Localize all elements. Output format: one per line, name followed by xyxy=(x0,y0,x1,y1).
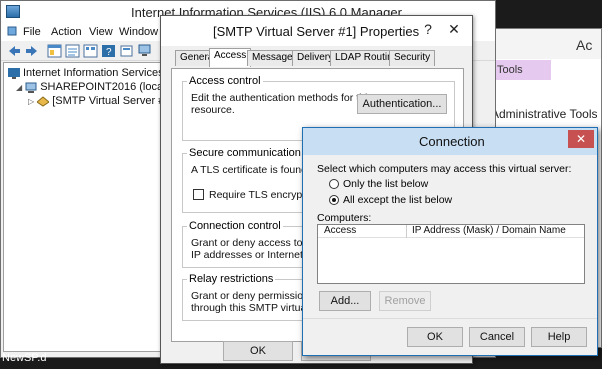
close-icon[interactable]: ✕ xyxy=(443,19,465,39)
props-ok-button[interactable]: OK xyxy=(223,341,293,361)
connection-ok-button[interactable]: OK xyxy=(407,327,463,347)
column-ip-domain[interactable]: IP Address (Mask) / Domain Name xyxy=(412,225,566,236)
smtp-server-icon xyxy=(36,95,51,107)
admin-tools-ribbon-tab[interactable]: Tools xyxy=(491,60,551,80)
access-control-label: Access control xyxy=(187,75,263,87)
connection-dialog-title: Connection xyxy=(419,134,485,149)
connection-dialog: Connection ✕ Select which computers may … xyxy=(302,127,598,356)
column-separator[interactable] xyxy=(406,225,407,238)
console-tree-pane: Internet Information Services ◢ SHAREPOI… xyxy=(3,62,218,352)
access-control-text-1: Edit the authentication methods for this xyxy=(191,92,373,104)
computers-list[interactable]: Access IP Address (Mask) / Domain Name xyxy=(317,224,585,284)
connection-help-button[interactable]: Help xyxy=(531,327,587,347)
iis-root-icon xyxy=(8,67,20,79)
computer-icon[interactable] xyxy=(137,44,152,58)
admin-title-fragment: Ac xyxy=(576,37,593,53)
properties-icon[interactable] xyxy=(65,44,80,58)
column-access[interactable]: Access xyxy=(324,225,356,236)
svg-text:?: ? xyxy=(106,47,112,58)
collapse-arrow-icon[interactable]: ◢ xyxy=(16,83,22,92)
connection-cancel-button[interactable]: Cancel xyxy=(469,327,525,347)
tree-item-smtp-virtual-server[interactable]: ▷ [SMTP Virtual Server #1] xyxy=(28,95,173,107)
tree-item-smtp-label: [SMTP Virtual Server #1] xyxy=(52,95,174,107)
menu-file[interactable]: File xyxy=(23,26,41,38)
only-list-label: Only the list below xyxy=(343,178,429,190)
console-tree-icon[interactable] xyxy=(47,44,62,58)
tree-item-iis-root-label: Internet Information Services xyxy=(23,67,164,79)
back-arrow-icon[interactable] xyxy=(7,44,22,58)
computers-label: Computers: xyxy=(317,212,372,224)
props-titlebar: [SMTP Virtual Server #1] Properties ? ✕ xyxy=(161,16,472,46)
help-icon[interactable]: ? xyxy=(101,44,116,58)
iis-app-icon xyxy=(6,5,20,18)
all-except-radio[interactable] xyxy=(329,195,339,205)
forward-arrow-icon[interactable] xyxy=(24,44,39,58)
help-button[interactable]: ? xyxy=(417,19,439,39)
connection-footer: OK Cancel Help xyxy=(303,318,597,355)
menu-action[interactable]: Action xyxy=(51,26,82,38)
all-except-label: All except the list below xyxy=(343,194,453,206)
menu-file-icon xyxy=(7,26,17,39)
computers-list-header: Access IP Address (Mask) / Domain Name xyxy=(318,225,584,238)
props-dialog-title: [SMTP Virtual Server #1] Properties xyxy=(213,24,420,39)
authentication-button[interactable]: Authentication... xyxy=(357,94,447,114)
admin-tools-breadcrumb: Administrative Tools xyxy=(491,107,598,121)
secure-communication-label: Secure communication xyxy=(187,147,303,159)
connection-titlebar: Connection ✕ xyxy=(303,128,597,155)
require-tls-checkbox[interactable] xyxy=(193,189,204,200)
tab-security[interactable]: Security xyxy=(389,50,436,66)
server-icon xyxy=(25,82,37,93)
only-list-radio[interactable] xyxy=(329,179,339,189)
menu-window[interactable]: Window xyxy=(119,26,158,38)
tree-item-iis-root[interactable]: Internet Information Services xyxy=(8,67,164,79)
add-button[interactable]: Add... xyxy=(319,291,371,311)
relay-restrictions-label: Relay restrictions xyxy=(187,273,276,285)
remove-button[interactable]: Remove xyxy=(379,291,431,311)
connection-prompt: Select which computers may access this v… xyxy=(317,163,572,175)
tab-access[interactable]: Access xyxy=(209,48,252,67)
expand-arrow-icon[interactable]: ▷ xyxy=(28,97,34,106)
list-view-icon[interactable] xyxy=(83,44,98,58)
menu-view[interactable]: View xyxy=(89,26,113,38)
taskbar-item-label[interactable]: NewSP.d xyxy=(2,352,46,364)
close-icon[interactable]: ✕ xyxy=(568,130,594,148)
access-control-text-2: resource. xyxy=(191,104,235,116)
export-list-icon[interactable] xyxy=(119,44,134,58)
connection-control-label: Connection control xyxy=(187,220,283,232)
